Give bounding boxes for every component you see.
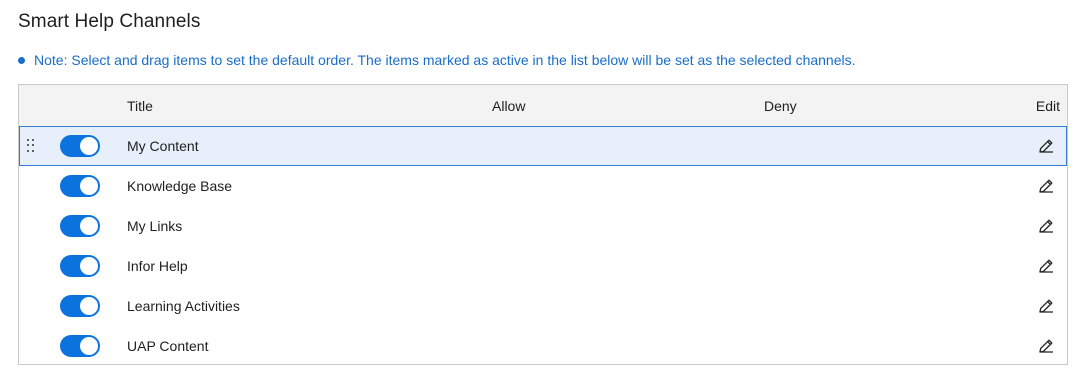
active-toggle[interactable] [60,335,100,357]
pencil-icon[interactable] [1037,177,1055,195]
table-row[interactable]: Knowledge Base [19,166,1067,206]
pencil-icon[interactable] [1037,137,1055,155]
column-header-deny: Deny [764,98,797,114]
channel-title: Learning Activities [127,298,240,314]
channel-title: My Links [127,218,183,234]
channel-title: UAP Content [127,338,209,354]
pencil-icon[interactable] [1037,297,1055,315]
table-row[interactable]: UAP Content [19,326,1067,366]
table-row[interactable]: My Links [19,206,1067,246]
column-header-title: Title [127,98,153,114]
bullet-icon [18,56,25,64]
pencil-icon[interactable] [1037,217,1055,235]
column-header-edit: Edit [1035,98,1060,114]
active-toggle[interactable] [60,295,100,317]
table-row[interactable]: My Content [19,126,1067,166]
note-message: Note: Select and drag items to set the d… [18,52,856,68]
drag-handle-icon[interactable] [27,139,35,153]
pencil-icon[interactable] [1037,257,1055,275]
table-header: Title Allow Deny Edit [19,85,1067,127]
channel-title: My Content [127,138,199,154]
page-title: Smart Help Channels [18,11,201,32]
pencil-icon[interactable] [1037,337,1055,355]
channels-table: Title Allow Deny Edit My Content Knowled… [18,84,1068,365]
active-toggle[interactable] [60,135,100,157]
active-toggle[interactable] [60,255,100,277]
channel-title: Knowledge Base [127,178,233,194]
table-row[interactable]: Learning Activities [19,286,1067,326]
table-row[interactable]: Infor Help [19,246,1067,286]
active-toggle[interactable] [60,175,100,197]
column-header-allow: Allow [492,98,526,114]
channel-title: Infor Help [127,258,188,274]
active-toggle[interactable] [60,215,100,237]
note-text: Note: Select and drag items to set the d… [34,52,856,68]
